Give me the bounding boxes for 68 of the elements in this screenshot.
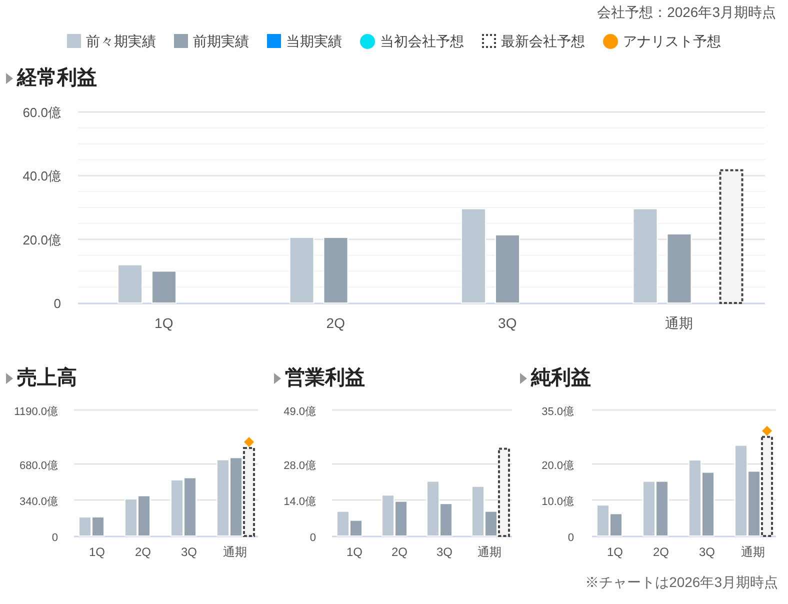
- note-text: 会社予想：2026年3月期時点: [597, 3, 776, 22]
- triangle-icon: [6, 72, 13, 84]
- bar: [118, 264, 142, 304]
- bar: [656, 480, 668, 536]
- bar: [78, 516, 92, 536]
- category-label: 1Q: [607, 545, 623, 559]
- bar: [748, 470, 760, 536]
- axis-tick-label: 10.0億: [542, 496, 574, 508]
- bar: [642, 480, 656, 536]
- axis-tick-label: 0: [310, 532, 316, 544]
- category-label: 1Q: [89, 545, 105, 559]
- axis-tick-label: 28.0億: [284, 460, 316, 472]
- category-label: 2Q: [135, 545, 151, 559]
- category-label: 通期: [665, 315, 694, 331]
- category-label: 通期: [223, 545, 247, 559]
- category-label: 1Q: [154, 315, 174, 331]
- legend-label: 前々期実績: [86, 32, 156, 50]
- axis-tick-label: 20.0億: [542, 460, 574, 472]
- section-title: 売上高: [17, 366, 77, 391]
- bar: [92, 516, 104, 536]
- category-label: 2Q: [326, 315, 345, 331]
- legend-label: 当期実績: [286, 32, 342, 50]
- bar: [394, 500, 408, 536]
- section-title: 純利益: [531, 366, 591, 391]
- bar: [152, 270, 176, 304]
- category-label: 3Q: [498, 315, 517, 331]
- footnote-text: ※チャートは2026年3月期時点: [585, 573, 778, 592]
- bar: [289, 236, 314, 304]
- bar: [138, 495, 150, 536]
- axis-tick-label: 0: [54, 296, 61, 311]
- axis-tick-label: 680.0億: [19, 460, 58, 472]
- bar: [323, 236, 348, 304]
- axis-tick-label: 340.0億: [19, 496, 58, 508]
- axis-tick-label: 1190.0億: [14, 406, 58, 418]
- axis-tick-label: 60.0億: [22, 105, 61, 120]
- axis-tick-label: 0: [568, 532, 574, 544]
- bar: [124, 498, 138, 536]
- category-label: 通期: [478, 545, 502, 559]
- bar: [184, 477, 196, 536]
- category-label: 2Q: [392, 545, 408, 559]
- bar: [170, 479, 184, 536]
- triangle-icon: [274, 372, 281, 384]
- bar: [702, 472, 714, 536]
- axis-tick-label: 35.0億: [542, 406, 574, 418]
- category-label: 通期: [741, 545, 765, 559]
- axis-tick-label: 49.0億: [284, 406, 316, 418]
- legend-label: 最新会社予想: [501, 32, 585, 50]
- bar: [382, 494, 394, 536]
- category-label: 3Q: [699, 545, 715, 559]
- section-title: 営業利益: [285, 366, 365, 391]
- axis-tick-label: 0: [52, 532, 58, 544]
- category-label: 3Q: [436, 545, 452, 559]
- bar: [666, 233, 692, 304]
- section-title: 経常利益: [17, 66, 97, 91]
- triangle-icon: [6, 372, 13, 384]
- axis-tick-label: 14.0億: [284, 496, 316, 508]
- axis-tick-label: 20.0億: [22, 232, 61, 248]
- category-label: 3Q: [181, 545, 197, 559]
- bar: [596, 504, 610, 536]
- category-label: 2Q: [653, 545, 669, 559]
- bar: [610, 513, 622, 536]
- category-label: 1Q: [346, 545, 362, 559]
- legend-label: 当初会社予想: [380, 32, 464, 50]
- triangle-icon: [520, 372, 527, 384]
- bar: [495, 234, 520, 304]
- legend-label: 前期実績: [193, 32, 249, 50]
- legend-label: アナリスト予想: [623, 32, 721, 50]
- axis-tick-label: 40.0億: [22, 168, 61, 184]
